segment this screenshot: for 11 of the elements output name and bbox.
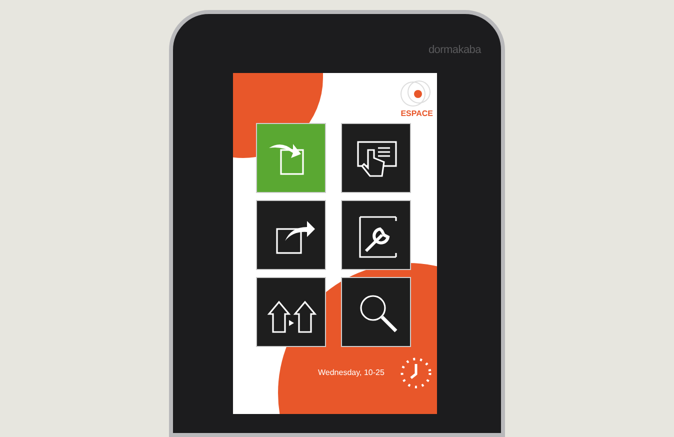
brand-logo-text: dormakaba	[428, 43, 481, 58]
menu-tile[interactable]	[256, 200, 326, 270]
menu-tile[interactable]	[341, 276, 411, 346]
menu-tile[interactable]	[256, 122, 326, 192]
logo-text: ESPACE	[400, 110, 433, 118]
circles-logo-icon	[399, 78, 433, 108]
date-text: Wednesday, 10-25	[318, 366, 384, 378]
menu-tile[interactable]	[341, 200, 411, 270]
menu-tile[interactable]	[256, 276, 326, 346]
menu-tile[interactable]	[341, 122, 411, 192]
clock-icon	[399, 356, 433, 390]
